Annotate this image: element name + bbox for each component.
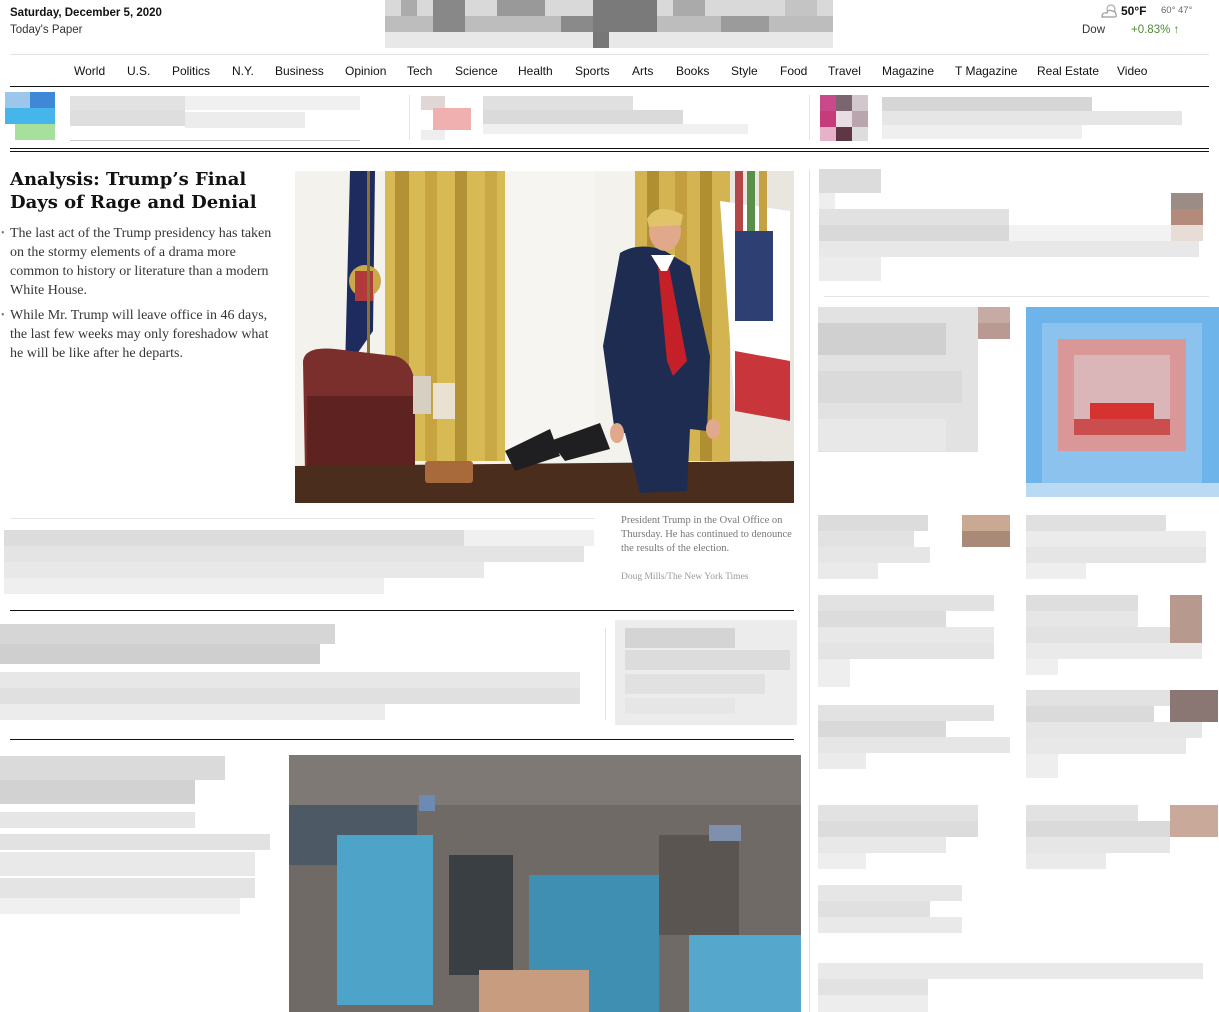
high-low-temperature: 60° 47° [1161, 5, 1193, 16]
right-story-6[interactable] [1026, 595, 1219, 675]
todays-paper-link[interactable]: Today's Paper [10, 24, 83, 36]
nav-travel[interactable]: Travel [828, 64, 861, 78]
nav-politics[interactable]: Politics [172, 64, 210, 78]
nav-us[interactable]: U.S. [127, 64, 150, 78]
cloud-sun-icon [1101, 4, 1117, 18]
nav-books[interactable]: Books [676, 64, 709, 78]
section-nav: World U.S. Politics N.Y. Business Opinio… [0, 60, 1219, 82]
right-story-1[interactable] [819, 165, 1204, 285]
right-story-8[interactable] [1026, 690, 1219, 785]
lead-summary: The last act of the Trump presidency has… [1, 224, 282, 369]
promo-strip-3[interactable] [820, 95, 1200, 143]
photo-credit: Doug Mills/The New York Times [621, 572, 749, 582]
right-story-10[interactable] [1026, 805, 1219, 885]
right-story-11[interactable] [818, 885, 1010, 947]
right-story-5[interactable] [818, 595, 1010, 690]
secondary-photo[interactable] [289, 755, 801, 1012]
secondary-story-3[interactable] [615, 620, 797, 725]
masthead-date: Saturday, December 5, 2020 [10, 7, 162, 19]
nav-ny[interactable]: N.Y. [232, 64, 254, 78]
photo-caption: President Trump in the Oval Office on Th… [621, 515, 792, 554]
right-story-3[interactable] [818, 515, 1010, 580]
nav-style[interactable]: Style [731, 64, 758, 78]
promo-strip-2[interactable] [421, 92, 781, 142]
right-story-4[interactable] [1026, 515, 1219, 580]
current-temperature: 50°F [1121, 4, 1147, 18]
summary-bullet: While Mr. Trump will leave office in 46 … [1, 306, 282, 363]
secondary-story-2[interactable] [0, 620, 600, 732]
lead-headline[interactable]: Analysis: Trump’s Final Days of Rage and… [10, 168, 290, 214]
right-story-12[interactable] [818, 963, 1208, 1012]
nav-business[interactable]: Business [275, 64, 324, 78]
right-story-2[interactable] [818, 307, 1010, 452]
secondary-story-1[interactable] [4, 526, 604, 598]
nav-food[interactable]: Food [780, 64, 807, 78]
oval-office-image [295, 171, 794, 503]
nav-real-estate[interactable]: Real Estate [1037, 64, 1099, 78]
nav-health[interactable]: Health [518, 64, 553, 78]
market-change: +0.83% ↑ [1131, 24, 1180, 36]
arrow-up-icon: ↑ [1173, 24, 1180, 36]
weather-widget[interactable]: 50°F 60° 47° Dow +0.83% ↑ [1082, 3, 1209, 43]
nav-video[interactable]: Video [1117, 64, 1147, 78]
right-story-7[interactable] [818, 705, 1010, 775]
right-story-9[interactable] [818, 805, 1010, 870]
market-label: Dow [1082, 24, 1106, 36]
right-story-2-image[interactable] [1026, 307, 1219, 497]
summary-bullet: The last act of the Trump presidency has… [1, 224, 282, 300]
site-logo[interactable] [385, 0, 833, 48]
nav-science[interactable]: Science [455, 64, 498, 78]
nav-magazine[interactable]: Magazine [882, 64, 934, 78]
nav-world[interactable]: World [74, 64, 105, 78]
lead-photo[interactable] [295, 171, 794, 503]
nav-tech[interactable]: Tech [407, 64, 432, 78]
nav-arts[interactable]: Arts [632, 64, 653, 78]
nav-sports[interactable]: Sports [575, 64, 610, 78]
nav-t-magazine[interactable]: T Magazine [955, 64, 1017, 78]
nav-opinion[interactable]: Opinion [345, 64, 386, 78]
secondary-story-4[interactable] [0, 752, 275, 917]
promo-strip-1[interactable] [5, 92, 360, 142]
